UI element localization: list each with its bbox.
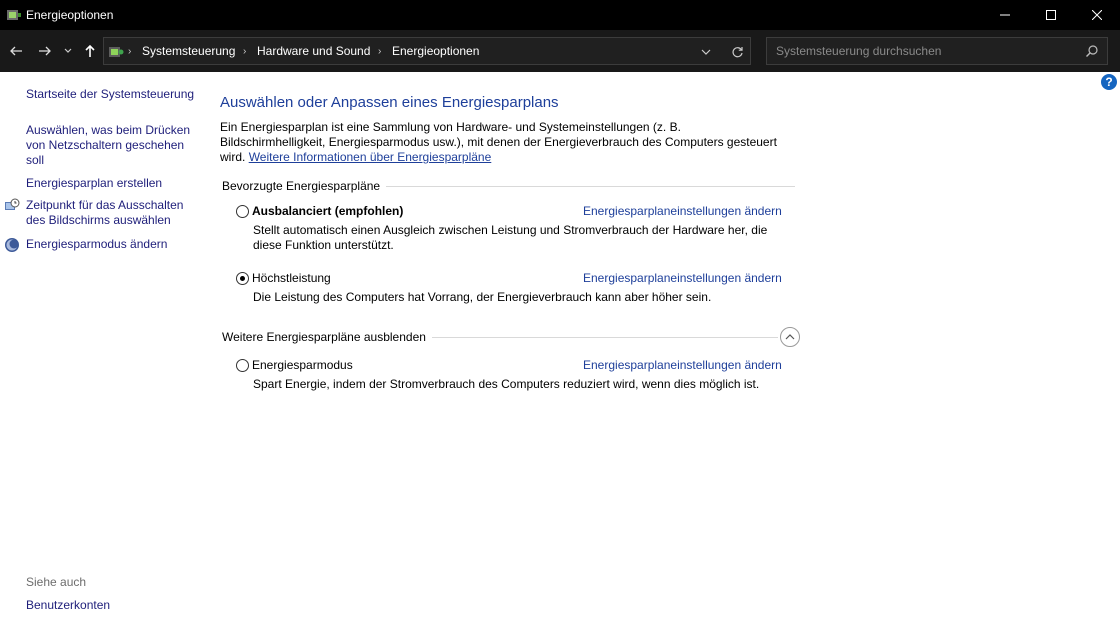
change-plan-settings-link[interactable]: Energiesparplaneinstellungen ändern xyxy=(583,204,782,218)
intro-text-block: Ein Energiesparplan ist eine Sammlung vo… xyxy=(220,120,780,165)
moon-globe-icon xyxy=(5,238,19,252)
refresh-icon xyxy=(731,46,743,57)
section-divider xyxy=(431,336,778,338)
page-title: Auswählen oder Anpassen eines Energiespa… xyxy=(220,94,559,111)
sidebar-item-energiesparmodus[interactable]: Energiesparmodus ändern xyxy=(26,237,196,252)
plan-radio-hoechstleistung[interactable] xyxy=(236,272,249,285)
refresh-button[interactable] xyxy=(728,43,746,61)
plan-description: Stellt automatisch einen Ausgleich zwisc… xyxy=(253,223,768,252)
preferred-plans-heading: Bevorzugte Energiesparpläne xyxy=(222,179,381,193)
help-button[interactable]: ? xyxy=(1101,74,1117,90)
sidebar-item-benutzerkonten[interactable]: Benutzerkonten xyxy=(26,598,196,613)
window-title: Energieoptionen xyxy=(26,8,114,22)
sidebar-item-netzschalter[interactable]: Auswählen, was beim Drücken von Netzscha… xyxy=(26,123,196,168)
collapse-more-plans-button[interactable] xyxy=(780,327,800,347)
control-panel-icon xyxy=(109,47,124,57)
minimize-icon xyxy=(1000,14,1010,16)
more-info-link[interactable]: Weitere Informationen über Energiesparpl… xyxy=(249,150,492,164)
change-plan-settings-link[interactable]: Energiesparplaneinstellungen ändern xyxy=(583,271,782,285)
arrow-up-icon xyxy=(85,44,95,57)
chevron-down-icon xyxy=(701,49,711,55)
arrow-right-icon xyxy=(39,46,51,56)
more-plans-section: Weitere Energiesparpläne ausblenden xyxy=(222,329,778,345)
sidebar-item-plan-erstellen[interactable]: Energiesparplan erstellen xyxy=(26,176,196,191)
title-bar: Energieoptionen xyxy=(0,0,1120,30)
more-plans-heading[interactable]: Weitere Energiesparpläne ausblenden xyxy=(222,330,432,344)
chevron-up-icon xyxy=(785,334,795,340)
search-icon[interactable] xyxy=(1085,44,1099,58)
power-options-icon xyxy=(7,10,21,20)
breadcrumb-separator: › xyxy=(378,46,382,57)
plan-radio-ausbalanciert[interactable] xyxy=(236,205,249,218)
breadcrumb-energieoptionen[interactable]: Energieoptionen xyxy=(392,44,479,58)
close-icon xyxy=(1092,10,1102,20)
section-divider xyxy=(386,185,795,187)
breadcrumb-hardware-und-sound[interactable]: Hardware und Sound xyxy=(257,44,370,58)
sidebar-item-bildschirm-ausschalten[interactable]: Zeitpunkt für das Ausschalten des Bildsc… xyxy=(26,198,196,228)
navigation-bar: › Systemsteuerung › Hardware und Sound ›… xyxy=(0,30,1120,72)
breadcrumb-separator: › xyxy=(128,46,132,57)
address-dropdown-button[interactable] xyxy=(698,44,714,60)
plan-radio-energiesparmodus[interactable] xyxy=(236,359,249,372)
sidebar-item-startseite[interactable]: Startseite der Systemsteuerung xyxy=(26,87,196,102)
change-plan-settings-link[interactable]: Energiesparplaneinstellungen ändern xyxy=(583,358,782,372)
recent-locations-button[interactable] xyxy=(60,41,76,61)
plan-name[interactable]: Energiesparmodus xyxy=(252,358,353,372)
plan-name[interactable]: Ausbalanciert (empfohlen) xyxy=(252,204,403,218)
back-button[interactable] xyxy=(6,41,26,61)
up-button[interactable] xyxy=(80,41,100,61)
preferred-plans-section: Bevorzugte Energiesparpläne xyxy=(222,178,795,194)
maximize-button[interactable] xyxy=(1028,0,1074,30)
maximize-icon xyxy=(1046,10,1056,20)
arrow-left-icon xyxy=(10,46,22,56)
address-bar[interactable]: › Systemsteuerung › Hardware und Sound ›… xyxy=(103,37,751,65)
plan-name[interactable]: Höchstleistung xyxy=(252,271,331,285)
plan-description: Die Leistung des Computers hat Vorrang, … xyxy=(253,290,712,304)
forward-button[interactable] xyxy=(35,41,55,61)
search-input[interactable]: Systemsteuerung durchsuchen xyxy=(776,44,941,58)
chevron-down-icon xyxy=(64,48,72,53)
search-box[interactable]: Systemsteuerung durchsuchen xyxy=(766,37,1108,65)
close-button[interactable] xyxy=(1074,0,1120,30)
breadcrumb-systemsteuerung[interactable]: Systemsteuerung xyxy=(142,44,235,58)
clock-monitor-icon xyxy=(5,198,20,210)
plan-description: Spart Energie, indem der Stromverbrauch … xyxy=(253,377,760,391)
see-also-heading: Siehe auch xyxy=(26,575,87,589)
breadcrumb-separator: › xyxy=(243,46,247,57)
minimize-button[interactable] xyxy=(982,0,1028,30)
